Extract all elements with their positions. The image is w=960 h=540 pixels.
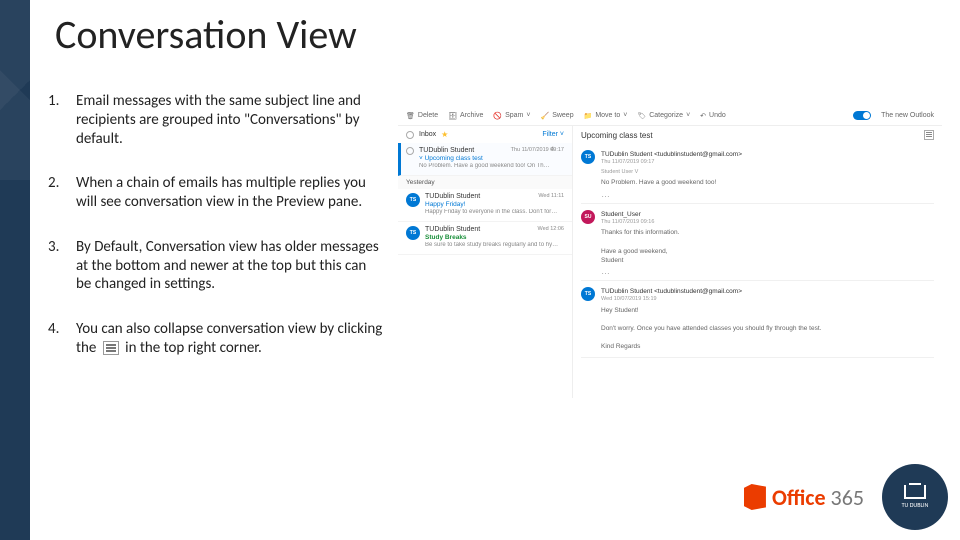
tudublin-logo: TU DUBLIN: [882, 464, 948, 530]
list-item-text-post: in the top right corner.: [125, 339, 262, 357]
avatar: TS: [406, 226, 420, 240]
slide-accent-bar: [0, 0, 30, 540]
sweep-button[interactable]: 🧹 Sweep: [540, 112, 573, 120]
list-item: Email messages with the same subject lin…: [48, 92, 383, 148]
reading-subject: Upcoming class test: [581, 131, 653, 140]
avatar: TS: [581, 287, 595, 301]
list-item-text: By Default, Conversation view has older …: [76, 238, 379, 294]
collapse-icon[interactable]: [924, 130, 934, 140]
categorize-button[interactable]: 🏷 Categorize ˅: [637, 112, 690, 120]
avatar: TS: [406, 193, 420, 207]
outlook-screenshot: 🗑 Delete 🗄 Archive 🚫 Spam ˅ 🧹 Sweep 📁 Mo…: [398, 106, 942, 406]
thread-message[interactable]: TS TUDublin Student <tudublinstudent@gma…: [581, 144, 934, 204]
page-title: Conversation View: [55, 10, 357, 59]
ellipsis-icon[interactable]: …: [601, 191, 934, 197]
select-icon[interactable]: [406, 147, 414, 155]
new-outlook-label: The new Outlook: [881, 112, 934, 119]
office-icon: [744, 484, 766, 510]
delete-button[interactable]: 🗑 Delete: [406, 112, 438, 120]
avatar: SU: [581, 210, 595, 224]
instruction-list: Email messages with the same subject lin…: [48, 92, 383, 384]
filter-button[interactable]: Filter ˅: [542, 131, 564, 138]
list-item: You can also collapse conversation view …: [48, 320, 383, 358]
message-item[interactable]: TUDublin Student ˅ Upcoming class test N…: [398, 143, 572, 176]
reading-pane: Upcoming class test TS TUDublin Student …: [573, 126, 942, 398]
moveto-button[interactable]: 📁 Move to ˅: [584, 112, 628, 120]
ellipsis-icon[interactable]: …: [601, 268, 934, 274]
list-item: By Default, Conversation view has older …: [48, 238, 383, 294]
thread-message[interactable]: TS TUDublin Student <tudublinstudent@gma…: [581, 281, 934, 358]
message-item[interactable]: TS TUDublin Student Study Breaks Be sure…: [398, 222, 572, 255]
office365-logo: Office 365: [744, 484, 864, 511]
message-item[interactable]: TS TUDublin Student Happy Friday! Happy …: [398, 189, 572, 222]
thread-message[interactable]: SU Student_User Thu 11/07/2019 09:16 Tha…: [581, 204, 934, 281]
tudublin-glyph: [904, 485, 926, 499]
undo-button[interactable]: ↶ Undo: [700, 112, 726, 120]
inbox-label: Inbox: [419, 131, 436, 138]
list-item-text: Email messages with the same subject lin…: [76, 92, 361, 148]
star-icon[interactable]: ★: [441, 130, 448, 139]
toolbar: 🗑 Delete 🗄 Archive 🚫 Spam ˅ 🧹 Sweep 📁 Mo…: [398, 106, 942, 126]
date-section: Yesterday: [398, 176, 572, 189]
footer-logos: Office 365 TU DUBLIN: [744, 464, 948, 530]
archive-button[interactable]: 🗄 Archive: [448, 112, 483, 120]
spam-button[interactable]: 🚫 Spam ˅: [493, 112, 530, 120]
new-outlook-toggle[interactable]: [853, 111, 871, 120]
message-list-pane: Inbox ★ Filter ˅ TUDublin Student ˅ Upco…: [398, 126, 573, 398]
avatar: TS: [581, 150, 595, 164]
collapse-icon: [103, 341, 119, 355]
list-item-text: When a chain of emails has multiple repl…: [76, 174, 366, 211]
list-item: When a chain of emails has multiple repl…: [48, 174, 383, 212]
select-all-icon[interactable]: [406, 131, 414, 139]
